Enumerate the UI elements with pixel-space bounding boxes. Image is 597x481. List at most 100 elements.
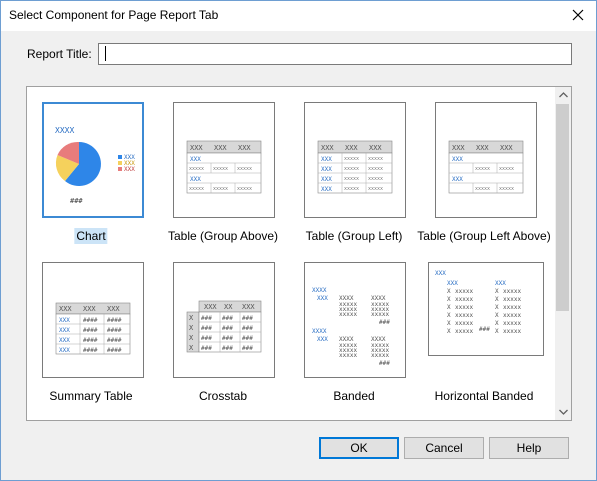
svg-text:XXX: XXX — [495, 280, 506, 287]
svg-text:XXX: XXX — [500, 144, 513, 152]
title-bar: Select Component for Page Report Tab — [1, 1, 596, 31]
horizontal-banded-preview-icon: XXX XXX XXX Xxxxxx Xxxxxx Xxxxxx Xxxxxx Xxx… — [435, 270, 521, 335]
svg-text:xxxxx: xxxxx — [237, 166, 252, 172]
scroll-up-button[interactable] — [555, 87, 571, 103]
svg-text:XXX: XXX — [190, 144, 203, 152]
svg-text:xxxxx: xxxxx — [455, 320, 473, 327]
table-group-above-preview-icon: XXX XXX XXX XXX XXX xxxxx xxxxx xxxxx xxxxx xx… — [186, 140, 262, 194]
svg-text:xxxxx: xxxxx — [503, 328, 521, 335]
svg-text:###: ### — [379, 319, 390, 326]
svg-text:xxxxx: xxxxx — [371, 352, 389, 359]
svg-text:X: X — [495, 320, 499, 327]
scroll-down-button[interactable] — [555, 404, 571, 420]
cancel-button[interactable]: Cancel — [404, 437, 484, 459]
component-crosstab-label[interactable]: Crosstab — [199, 389, 247, 403]
svg-text:XXX: XXX — [204, 303, 217, 311]
svg-text:####: #### — [83, 347, 98, 354]
table-group-left-preview-icon: XXX XXX XXX XXX XXX XXX XXX xxxxx xxxxx xxxxx x… — [317, 140, 393, 194]
summary-table-preview-icon: XXX XXX XXX XXX XXX XXX XXX #### #### #### ####… — [55, 302, 131, 355]
svg-text:xxxxx: xxxxx — [503, 312, 521, 319]
svg-text:xxxxx: xxxxx — [368, 186, 383, 192]
gallery-scrollbar[interactable] — [555, 87, 571, 420]
svg-text:XXX: XXX — [452, 156, 463, 163]
svg-text:X: X — [447, 288, 451, 295]
svg-text:X: X — [495, 296, 499, 303]
svg-text:X: X — [495, 304, 499, 311]
component-chart[interactable]: XXXX XXX XXX XXX ### — [42, 102, 144, 218]
preview-axis: ### — [70, 197, 83, 205]
svg-text:###: ### — [242, 325, 253, 332]
svg-text:xxxxx: xxxxx — [455, 328, 473, 335]
ok-button[interactable]: OK — [319, 437, 399, 459]
svg-text:XXX: XXX — [369, 144, 382, 152]
svg-text:XXX: XXX — [59, 317, 70, 324]
svg-text:XXX: XXX — [107, 305, 120, 313]
svg-text:xxxxx: xxxxx — [344, 166, 359, 172]
svg-text:####: #### — [107, 347, 122, 354]
svg-text:###: ### — [222, 315, 233, 322]
component-table-group-above-label[interactable]: Table (Group Above) — [168, 229, 278, 243]
svg-text:X: X — [447, 320, 451, 327]
component-summary-table-label[interactable]: Summary Table — [49, 389, 132, 403]
svg-text:XXXX: XXXX — [312, 328, 327, 335]
svg-text:XXX: XXX — [452, 144, 465, 152]
svg-text:XXX: XXX — [317, 295, 328, 302]
svg-text:XXX: XXX — [190, 156, 201, 163]
svg-text:xxxxx: xxxxx — [503, 296, 521, 303]
svg-text:XXX: XXX — [214, 144, 227, 152]
dialog-title: Select Component for Page Report Tab — [9, 8, 219, 22]
text-caret — [105, 46, 106, 61]
svg-text:xxxxx: xxxxx — [368, 176, 383, 182]
report-title-input[interactable] — [98, 43, 572, 65]
svg-text:xxxxx: xxxxx — [455, 312, 473, 319]
svg-text:xxxxx: xxxxx — [189, 166, 204, 172]
svg-text:###: ### — [379, 360, 390, 367]
svg-text:X: X — [447, 296, 451, 303]
component-table-group-left-above[interactable]: XXX XXX XXX XXX XXX xxxxx xxxxx xxxxx xxxxx — [435, 102, 537, 218]
svg-text:####: #### — [107, 327, 122, 334]
svg-text:xxxxx: xxxxx — [499, 186, 514, 192]
select-component-dialog: Select Component for Page Report Tab Rep… — [0, 0, 597, 481]
component-table-group-left[interactable]: XXX XXX XXX XXX XXX XXX XXX xxxxx xxxxx xxxxx x… — [304, 102, 406, 218]
svg-text:XXX: XXX — [242, 303, 255, 311]
preview-legend-3: XXX — [124, 166, 135, 173]
component-chart-label[interactable]: Chart — [74, 228, 108, 244]
component-banded[interactable]: XXXX XXX XXXX XXX XXXX XXXX xxxxx xxxxx xx… — [304, 262, 406, 378]
svg-text:xxxxx: xxxxx — [455, 288, 473, 295]
svg-text:###: ### — [222, 335, 233, 342]
svg-text:XX: XX — [224, 303, 233, 311]
component-crosstab[interactable]: XXX XX XXX XXXX ### ### ### ### ### ### ### ###… — [173, 262, 275, 378]
svg-text:XXX: XXX — [447, 280, 458, 287]
svg-text:XXX: XXX — [59, 305, 72, 313]
component-table-group-above[interactable]: XXX XXX XXX XXX XXX xxxxx xxxxx xxxxx xxxxx xx… — [173, 102, 275, 218]
close-button[interactable] — [566, 4, 590, 26]
help-button[interactable]: Help — [489, 437, 569, 459]
svg-text:xxxxx: xxxxx — [339, 311, 357, 318]
svg-text:###: ### — [222, 345, 233, 352]
svg-text:xxxxx: xxxxx — [344, 156, 359, 162]
svg-text:XXX: XXX — [321, 144, 334, 152]
svg-text:xxxxx: xxxxx — [237, 186, 252, 192]
component-banded-label[interactable]: Banded — [333, 389, 374, 403]
component-summary-table[interactable]: XXX XXX XXX XXX XXX XXX XXX #### #### #### ####… — [42, 262, 144, 378]
svg-text:XXX: XXX — [435, 270, 446, 277]
svg-text:xxxxx: xxxxx — [213, 166, 228, 172]
svg-text:XXX: XXX — [59, 347, 70, 354]
svg-text:xxxxx: xxxxx — [344, 186, 359, 192]
svg-text:XXX: XXX — [238, 144, 251, 152]
preview-chart-title: XXXX — [55, 126, 74, 135]
component-horizontal-banded[interactable]: XXX XXX XXX Xxxxxx Xxxxxx Xxxxxx Xxxxxx Xxx… — [428, 262, 544, 356]
scroll-thumb[interactable] — [556, 104, 569, 311]
svg-text:XXX: XXX — [321, 166, 332, 173]
svg-text:xxxxx: xxxxx — [371, 311, 389, 318]
chevron-down-icon — [558, 409, 568, 415]
component-table-group-left-above-label[interactable]: Table (Group Left Above) — [417, 229, 550, 243]
component-horizontal-banded-label[interactable]: Horizontal Banded — [435, 389, 534, 403]
svg-text:XXX: XXX — [190, 176, 201, 183]
svg-text:X: X — [447, 312, 451, 319]
svg-text:XXX: XXX — [321, 156, 332, 163]
svg-text:XXX: XXX — [59, 337, 70, 344]
component-table-group-left-label[interactable]: Table (Group Left) — [306, 229, 403, 243]
svg-text:xxxxx: xxxxx — [475, 166, 490, 172]
svg-text:###: ### — [201, 335, 212, 342]
